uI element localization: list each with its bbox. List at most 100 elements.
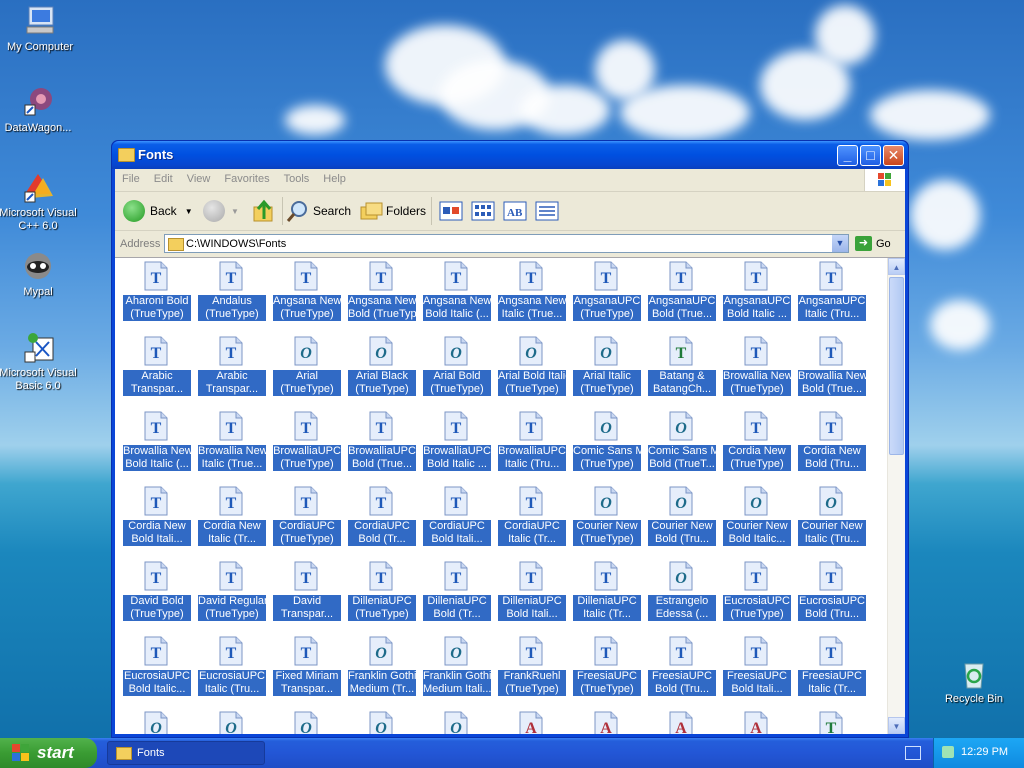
font-item[interactable]: O Arial Black (TrueType) — [344, 333, 419, 408]
font-item[interactable]: T Arabic Transpar... — [119, 333, 194, 408]
font-item[interactable]: T David Regular (TrueType) — [194, 558, 269, 633]
scroll-down-button[interactable]: ▼ — [888, 717, 905, 734]
font-item[interactable]: T CordiaUPC (TrueType) — [269, 483, 344, 558]
font-item[interactable]: O Comic Sans MS(TrueType) — [569, 408, 644, 483]
start-button[interactable]: start — [0, 738, 97, 768]
font-item[interactable]: O Courier New Italic (Tru... — [794, 483, 869, 558]
font-item[interactable]: O Comic Sans MSBold (TrueT... — [644, 408, 719, 483]
font-item[interactable]: T Cordia New (TrueType) — [719, 408, 794, 483]
font-item[interactable]: T Browallia New Bold Italic (... — [119, 408, 194, 483]
font-item[interactable]: T Cordia New Bold Itali... — [119, 483, 194, 558]
font-item[interactable]: T Browallia New Italic (True... — [194, 408, 269, 483]
address-dropdown-button[interactable]: ▼ — [832, 235, 848, 252]
font-item[interactable]: O — [419, 708, 494, 734]
network-icon[interactable] — [942, 746, 954, 758]
font-item[interactable]: T EucrosiaUPC Bold Italic... — [119, 633, 194, 708]
font-item[interactable]: T DilleniaUPC (TrueType) — [344, 558, 419, 633]
font-item[interactable]: T AngsanaUPC Bold Italic ... — [719, 258, 794, 333]
font-item[interactable]: T Angsana NewBold (TrueType) — [344, 258, 419, 333]
close-button[interactable]: ✕ — [883, 145, 904, 166]
maximize-button[interactable]: □ — [860, 145, 881, 166]
search-button[interactable]: Search — [286, 199, 351, 223]
menu-help[interactable]: Help — [316, 169, 353, 185]
font-item[interactable]: T FreesiaUPC Bold Itali... — [719, 633, 794, 708]
font-item[interactable]: O Franklin Gothic Medium (Tr... — [344, 633, 419, 708]
scroll-up-button[interactable]: ▲ — [888, 258, 905, 275]
menu-file[interactable]: File — [115, 169, 147, 185]
menu-tools[interactable]: Tools — [277, 169, 317, 185]
font-item[interactable]: O Arial Bold Italic (TrueType) — [494, 333, 569, 408]
view-filmstrip-button[interactable] — [439, 199, 463, 223]
font-item[interactable]: T AngsanaUPC Bold (True... — [644, 258, 719, 333]
font-item[interactable]: T — [794, 708, 869, 734]
font-item[interactable]: T Aharoni Bold (TrueType) — [119, 258, 194, 333]
font-item[interactable]: T CordiaUPC Bold Itali... — [419, 483, 494, 558]
font-item[interactable]: T DilleniaUPC Bold Itali... — [494, 558, 569, 633]
minimize-button[interactable]: _ — [837, 145, 858, 166]
view-font-similarity-button[interactable]: AB — [503, 199, 527, 223]
font-item[interactable]: A — [644, 708, 719, 734]
window-titlebar[interactable]: Fonts _ □ ✕ — [112, 141, 908, 169]
font-item[interactable]: A — [719, 708, 794, 734]
font-item[interactable]: T DilleniaUPC Italic (Tr... — [569, 558, 644, 633]
desktop-icon-my-computer[interactable]: My Computer — [0, 4, 80, 54]
keyboard-icon[interactable] — [905, 746, 921, 760]
address-input[interactable]: C:\WINDOWS\Fonts ▼ — [164, 234, 849, 253]
font-item[interactable]: T Angsana New Italic (True... — [494, 258, 569, 333]
font-item[interactable]: T Cordia New Bold (Tru... — [794, 408, 869, 483]
font-item[interactable]: O Arial (TrueType) — [269, 333, 344, 408]
font-item[interactable]: T AngsanaUPC (TrueType) — [569, 258, 644, 333]
font-item[interactable]: O Franklin Gothic Medium Itali... — [419, 633, 494, 708]
font-item[interactable]: T BrowalliaUPC Bold Italic ... — [419, 408, 494, 483]
font-item[interactable]: O — [269, 708, 344, 734]
font-item[interactable]: O Courier New (TrueType) — [569, 483, 644, 558]
font-item[interactable]: O — [119, 708, 194, 734]
font-item[interactable]: T David Bold (TrueType) — [119, 558, 194, 633]
desktop-icon-mypal[interactable]: Mypal — [0, 249, 78, 299]
font-item[interactable]: T Angsana New (TrueType) — [269, 258, 344, 333]
font-item[interactable]: T CordiaUPC Bold (Tr... — [344, 483, 419, 558]
desktop-icon-visual-cpp[interactable]: Microsoft Visual C++ 6.0 — [0, 170, 78, 233]
font-item[interactable]: O — [194, 708, 269, 734]
font-item[interactable]: T Browallia New (TrueType) — [719, 333, 794, 408]
go-button[interactable]: ➜ Go — [855, 236, 891, 251]
scroll-thumb[interactable] — [889, 277, 904, 455]
font-item[interactable]: O Estrangelo Edessa (... — [644, 558, 719, 633]
font-item[interactable]: T FreesiaUPC (TrueType) — [569, 633, 644, 708]
folders-button[interactable]: Folders — [359, 199, 426, 223]
font-item[interactable]: A — [569, 708, 644, 734]
font-item[interactable]: T EucrosiaUPC Italic (Tru... — [194, 633, 269, 708]
font-item[interactable]: T Browallia New Bold (True... — [794, 333, 869, 408]
view-thumbnails-button[interactable] — [471, 199, 495, 223]
view-details-button[interactable] — [535, 199, 559, 223]
menu-edit[interactable]: Edit — [147, 169, 180, 185]
font-item[interactable]: T Andalus (TrueType) — [194, 258, 269, 333]
font-item[interactable]: T Angsana New Bold Italic (... — [419, 258, 494, 333]
font-item[interactable]: T Cordia New Italic (Tr... — [194, 483, 269, 558]
font-item[interactable]: T AngsanaUPC Italic (Tru... — [794, 258, 869, 333]
font-item[interactable]: T BrowalliaUPC Italic (Tru... — [494, 408, 569, 483]
desktop-icon-datawagon[interactable]: DataWagon... — [0, 85, 78, 135]
font-item[interactable]: T Batang & BatangCh... — [644, 333, 719, 408]
font-item[interactable]: T FrankRuehl (TrueType) — [494, 633, 569, 708]
font-item[interactable]: T Fixed Miriam Transpar... — [269, 633, 344, 708]
font-item[interactable]: T CordiaUPC Italic (Tr... — [494, 483, 569, 558]
back-button[interactable]: Back ▼ — [123, 199, 193, 223]
font-item[interactable]: T David Transpar... — [269, 558, 344, 633]
desktop-icon-visual-basic[interactable]: Microsoft Visual Basic 6.0 — [0, 330, 78, 393]
up-folder-button[interactable] — [252, 199, 276, 223]
font-item[interactable]: O Courier New Bold (Tru... — [644, 483, 719, 558]
font-item[interactable]: O Courier New Bold Italic... — [719, 483, 794, 558]
font-item[interactable]: O — [344, 708, 419, 734]
menu-favorites[interactable]: Favorites — [217, 169, 276, 185]
font-item[interactable]: T DilleniaUPC Bold (Tr... — [419, 558, 494, 633]
font-item[interactable]: T BrowalliaUPC Bold (True... — [344, 408, 419, 483]
font-item[interactable]: T FreesiaUPC Bold (Tru... — [644, 633, 719, 708]
font-item[interactable]: T EucrosiaUPC (TrueType) — [719, 558, 794, 633]
forward-button[interactable]: ▼ — [203, 199, 239, 223]
font-item[interactable]: O Arial Italic (TrueType) — [569, 333, 644, 408]
font-item[interactable]: T EucrosiaUPC Bold (Tru... — [794, 558, 869, 633]
font-item[interactable]: A — [494, 708, 569, 734]
font-item[interactable]: T BrowalliaUPC (TrueType) — [269, 408, 344, 483]
font-item[interactable]: T FreesiaUPC Italic (Tr... — [794, 633, 869, 708]
